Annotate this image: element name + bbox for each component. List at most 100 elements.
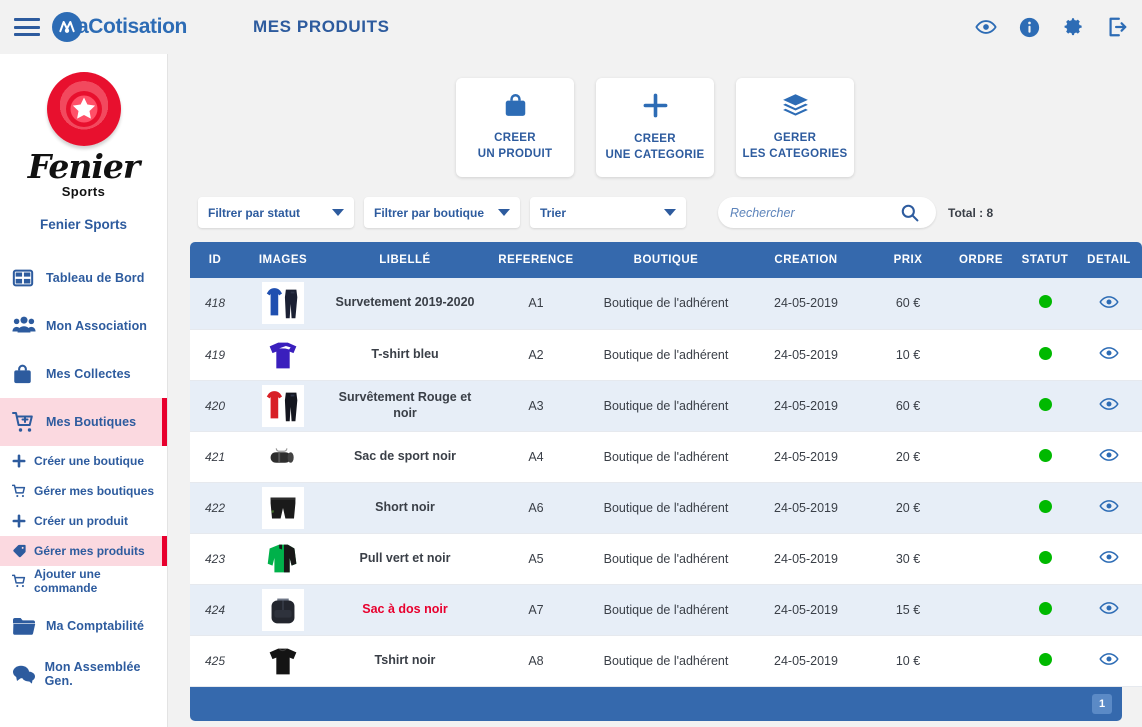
cell-statut <box>1014 329 1076 381</box>
gear-icon[interactable] <box>1062 16 1084 38</box>
col-boutique[interactable]: BOUTIQUE <box>588 242 744 278</box>
cell-detail[interactable] <box>1076 329 1142 381</box>
cell-statut <box>1014 635 1076 687</box>
cell-detail[interactable] <box>1076 533 1142 585</box>
cell-image <box>240 380 326 432</box>
eye-icon[interactable] <box>1099 343 1119 363</box>
cell-boutique: Boutique de l'adhérent <box>588 431 744 483</box>
cell-prix: 30 € <box>868 533 948 585</box>
cell-image <box>240 278 326 330</box>
cell-reference: A7 <box>484 584 588 636</box>
sidebar-item-tableau-de-bord[interactable]: Tableau de Bord <box>0 254 167 302</box>
col-prix[interactable]: PRIX <box>868 242 948 278</box>
layers-icon <box>782 93 809 123</box>
brand-name: aCotisation <box>77 15 187 38</box>
table-row[interactable]: 420 Survêtement Rouge et noir A3 Boutique d… <box>190 380 1142 432</box>
fenier-star-logo-icon <box>46 72 121 146</box>
search-input[interactable] <box>730 205 900 220</box>
cell-ordre <box>948 635 1014 687</box>
eye-icon[interactable] <box>1099 445 1119 465</box>
cell-statut <box>1014 380 1076 432</box>
sidebar-item-label: Mon Assemblée Gen. <box>44 660 141 688</box>
status-badge <box>1038 295 1052 309</box>
cell-id: 422 <box>190 482 240 534</box>
sidebar-item-gerer-mes-boutiques[interactable]: Gérer mes boutiques <box>0 476 167 506</box>
cell-ordre <box>948 380 1014 432</box>
products-table: ID IMAGES LIBELLÉ REFERENCE BOUTIQUE CRE… <box>190 242 1142 687</box>
tag-icon <box>12 544 34 558</box>
sidebar-item-mon-assemblee-gen[interactable]: Mon Assemblée Gen. <box>0 650 167 698</box>
creer-un-produit-button[interactable]: CREER UN PRODUIT <box>456 78 574 177</box>
cell-prix: 60 € <box>868 380 948 432</box>
sidebar-item-gerer-mes-produits[interactable]: Gérer mes produits <box>0 536 167 566</box>
action-card-line2: UNE CATEGORIE <box>605 148 705 161</box>
cell-creation: 24-05-2019 <box>744 431 868 483</box>
cell-creation: 24-05-2019 <box>744 635 868 687</box>
gerer-les-categories-button[interactable]: GERER LES CATEGORIES <box>736 78 854 177</box>
filter-statut-select[interactable]: Filtrer par statut <box>198 197 354 228</box>
col-libelle[interactable]: LIBELLÉ <box>326 242 484 278</box>
col-reference[interactable]: REFERENCE <box>484 242 588 278</box>
table-row[interactable]: 425 Tshirt noir A8 Boutique de l'adhérent 24… <box>190 635 1142 687</box>
cell-image <box>240 533 326 585</box>
trier-select[interactable]: Trier <box>530 197 686 228</box>
cell-boutique: Boutique de l'adhérent <box>588 329 744 381</box>
logout-icon[interactable] <box>1106 16 1128 38</box>
top-bar-actions <box>975 0 1128 54</box>
eye-icon[interactable] <box>1099 547 1119 567</box>
eye-icon[interactable] <box>1099 394 1119 414</box>
search-icon[interactable] <box>900 203 919 222</box>
table-row[interactable]: 419 T-shirt bleu A2 Boutique de l'adhérent 2… <box>190 329 1142 381</box>
sidebar-item-ajouter-une-commande[interactable]: Ajouter une commande <box>0 566 167 596</box>
cell-creation: 24-05-2019 <box>744 380 868 432</box>
info-icon[interactable] <box>1019 17 1040 38</box>
search-box[interactable] <box>718 197 936 228</box>
cell-detail[interactable] <box>1076 635 1142 687</box>
cell-ordre <box>948 329 1014 381</box>
table-row[interactable]: 421 Sac de sport noir A4 Boutique de l'adhé… <box>190 431 1142 483</box>
sidebar-subitem-label: Gérer mes boutiques <box>34 484 155 498</box>
eye-icon[interactable] <box>1099 598 1119 618</box>
col-images[interactable]: IMAGES <box>240 242 326 278</box>
cell-detail[interactable] <box>1076 584 1142 636</box>
sidebar: Fenier Sports Fenier Sports Tableau de B… <box>0 54 168 727</box>
sidebar-item-ma-comptabilite[interactable]: Ma Comptabilité <box>0 602 167 650</box>
main-content: CREER UN PRODUIT CREER UNE CATEGORIE GER… <box>168 54 1142 727</box>
page-number-button[interactable]: 1 <box>1092 693 1112 714</box>
eye-icon[interactable] <box>1099 496 1119 516</box>
table-row[interactable]: 422 Short noir A6 Boutique de l'adhérent 24-… <box>190 482 1142 534</box>
filter-boutique-value: Filtrer par boutique <box>374 205 485 220</box>
sidebar-item-creer-une-boutique[interactable]: Créer une boutique <box>0 446 167 476</box>
col-creation[interactable]: CREATION <box>744 242 868 278</box>
action-card-line1: CREER <box>494 132 536 145</box>
filter-boutique-select[interactable]: Filtrer par boutique <box>364 197 520 228</box>
eye-icon[interactable] <box>975 16 997 38</box>
cell-image <box>240 431 326 483</box>
cell-detail[interactable] <box>1076 278 1142 330</box>
cell-detail[interactable] <box>1076 431 1142 483</box>
creer-une-categorie-button[interactable]: CREER UNE CATEGORIE <box>596 78 714 177</box>
action-card-line1: GERER <box>773 131 817 144</box>
cell-detail[interactable] <box>1076 380 1142 432</box>
brand-logo[interactable]: aCotisation <box>52 12 187 42</box>
cell-image <box>240 329 326 381</box>
sidebar-item-mon-association[interactable]: Mon Association <box>0 302 167 350</box>
cell-detail[interactable] <box>1076 482 1142 534</box>
shorts-black-thumb <box>262 487 304 529</box>
table-row[interactable]: 424 Sac à dos noir A7 Boutique de l'adhéren… <box>190 584 1142 636</box>
cell-reference: A3 <box>484 380 588 432</box>
table-row[interactable]: 418 Survetement 2019-2020 A1 Boutique de l'… <box>190 278 1142 330</box>
table-row[interactable]: 423 Pull vert et noir A5 Boutique de l'adhé… <box>190 533 1142 585</box>
sidebar-item-mes-boutiques[interactable]: Mes Boutiques <box>0 398 167 446</box>
col-id[interactable]: ID <box>190 242 240 278</box>
col-ordre[interactable]: ORDRE <box>948 242 1014 278</box>
plus-icon <box>12 514 34 528</box>
hamburger-icon[interactable] <box>12 16 42 38</box>
eye-icon[interactable] <box>1099 649 1119 669</box>
sidebar-item-creer-un-produit[interactable]: Créer un produit <box>0 506 167 536</box>
col-detail[interactable]: DETAIL <box>1076 242 1142 278</box>
tracksuit-blue-thumb <box>262 282 304 324</box>
sidebar-item-mes-collectes[interactable]: Mes Collectes <box>0 350 167 398</box>
col-statut[interactable]: STATUT <box>1014 242 1076 278</box>
eye-icon[interactable] <box>1099 292 1119 312</box>
